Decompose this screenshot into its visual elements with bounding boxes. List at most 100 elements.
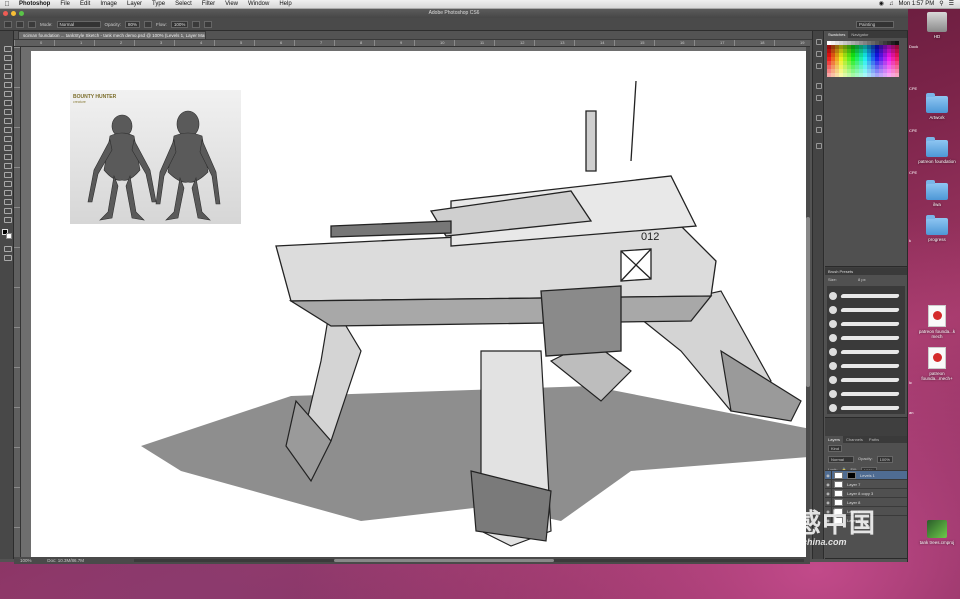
gradient-tool-icon[interactable] xyxy=(3,144,12,151)
document-tab[interactable]: sciman foundation ... tankStyle Sketch -… xyxy=(18,31,206,39)
flow-field[interactable]: 100% xyxy=(170,20,189,28)
menu-edit[interactable]: Edit xyxy=(75,0,95,9)
horizontal-scrollbar-thumb[interactable] xyxy=(334,559,554,562)
brush-preset[interactable] xyxy=(827,290,905,302)
clone-source-panel-icon[interactable] xyxy=(816,95,822,101)
brush-preset[interactable] xyxy=(827,402,905,414)
menu-type[interactable]: Type xyxy=(147,0,170,9)
menu-filter[interactable]: Filter xyxy=(197,0,220,9)
wifi-icon[interactable]: ◉ xyxy=(879,0,884,9)
layer-row[interactable]: ◉ Layer 8 copy 3 xyxy=(825,488,907,498)
apple-icon[interactable]:  xyxy=(0,1,14,8)
tab-navigator[interactable]: Navigator xyxy=(848,31,871,38)
horizontal-ruler[interactable]: 0 1 2 3 4 5 6 7 8 9 10 11 12 13 14 15 16… xyxy=(14,40,810,47)
canvas-area[interactable]: BOUNTY HUNTER creature 012 xyxy=(21,47,810,557)
eyedropper-tool-icon[interactable] xyxy=(3,90,12,97)
brush-preset[interactable] xyxy=(827,360,905,372)
menu-file[interactable]: File xyxy=(55,0,75,9)
pressure-opacity-icon[interactable] xyxy=(144,20,153,28)
dodge-tool-icon[interactable] xyxy=(3,162,12,169)
actions-panel-icon[interactable] xyxy=(816,143,822,149)
move-tool-icon[interactable] xyxy=(3,45,12,52)
brush-preset[interactable] xyxy=(827,388,905,400)
eraser-tool-icon[interactable] xyxy=(3,135,12,142)
character-panel-icon[interactable] xyxy=(816,115,822,121)
brush-tool-icon[interactable] xyxy=(3,108,12,115)
swatch-grid[interactable] xyxy=(827,41,899,77)
desktop-icon-patreon-foundation[interactable]: patreon foundation xyxy=(917,137,957,164)
clone-stamp-tool-icon[interactable] xyxy=(3,117,12,124)
healing-tool-icon[interactable] xyxy=(3,99,12,106)
tab-paths[interactable]: Paths xyxy=(866,436,882,443)
blur-tool-icon[interactable] xyxy=(3,153,12,160)
shape-tool-icon[interactable] xyxy=(3,198,12,205)
screen-mode-icon[interactable] xyxy=(3,254,12,261)
brush-panel-icon[interactable] xyxy=(816,83,822,89)
layer-row[interactable]: ◉ Layer 7 xyxy=(825,479,907,489)
layer-row[interactable]: ◉ Levels 1 xyxy=(825,470,907,480)
tab-swatches[interactable]: Swatches xyxy=(825,31,849,38)
desktop-icon-artwork[interactable]: Artwork xyxy=(917,93,957,120)
document-canvas[interactable]: BOUNTY HUNTER creature 012 xyxy=(31,51,807,557)
vertical-scrollbar-thumb[interactable] xyxy=(806,217,810,387)
menu-app-photoshop[interactable]: Photoshop xyxy=(14,0,55,9)
quick-mask-icon[interactable] xyxy=(3,245,12,252)
brush-preset[interactable] xyxy=(827,304,905,316)
brush-preset[interactable] xyxy=(827,374,905,386)
brush-preset[interactable] xyxy=(827,318,905,330)
marquee-tool-icon[interactable] xyxy=(3,54,12,61)
workspace-select[interactable]: Painting xyxy=(856,21,894,28)
volume-icon[interactable]: ♫ xyxy=(889,0,894,9)
brush-list[interactable] xyxy=(827,286,905,414)
search-icon[interactable]: ⚲ xyxy=(939,0,943,9)
brush-preset[interactable] xyxy=(827,346,905,358)
desktop-icon-ilwa[interactable]: ilwa xyxy=(917,180,957,207)
layer-kind-filter[interactable]: Kind xyxy=(828,445,843,452)
menubar-clock[interactable]: Mon 1:57 PM xyxy=(899,0,935,9)
notifications-icon[interactable]: ☰ xyxy=(949,0,954,9)
zoom-tool-icon[interactable] xyxy=(3,216,12,223)
background-color[interactable] xyxy=(6,233,12,239)
history-panel-icon[interactable] xyxy=(816,39,822,45)
blend-mode-select[interactable]: Normal xyxy=(828,456,854,463)
brush-panel-toggle-icon[interactable] xyxy=(28,20,36,28)
desktop-icon-cmproj[interactable]: tank trees.cmproj xyxy=(917,520,957,545)
vertical-ruler[interactable] xyxy=(14,47,21,559)
lasso-tool-icon[interactable] xyxy=(3,63,12,70)
zoom-level[interactable]: 100% xyxy=(20,557,46,564)
tab-channels[interactable]: Channels xyxy=(843,436,866,443)
desktop-icon-hd[interactable]: HD xyxy=(917,12,957,39)
airbrush-icon[interactable] xyxy=(192,20,201,28)
desktop-icon-pdf-1[interactable]: patreon founda...k mech xyxy=(917,305,957,339)
layer-name[interactable]: Levels 1 xyxy=(858,473,875,478)
brush-tool-preset-icon[interactable] xyxy=(4,20,12,28)
brush-presets-title[interactable]: Brush Presets xyxy=(825,268,907,275)
menu-view[interactable]: View xyxy=(220,0,243,9)
history-brush-tool-icon[interactable] xyxy=(3,126,12,133)
menu-layer[interactable]: Layer xyxy=(122,0,147,9)
color-swatches[interactable] xyxy=(2,229,12,239)
desktop-icon-progress[interactable]: progress xyxy=(917,215,957,242)
opacity-field[interactable]: 80% xyxy=(125,20,141,28)
layer-opacity-field[interactable]: 100% xyxy=(876,456,893,463)
horizontal-scrollbar[interactable] xyxy=(134,559,804,562)
brush-size-value[interactable]: 8 px xyxy=(858,277,866,282)
brush-picker[interactable] xyxy=(16,20,24,28)
pressure-size-icon[interactable] xyxy=(204,20,213,28)
mode-select[interactable]: Normal xyxy=(56,20,101,28)
crop-tool-icon[interactable] xyxy=(3,81,12,88)
pen-tool-icon[interactable] xyxy=(3,171,12,178)
info-panel-icon[interactable] xyxy=(816,63,822,69)
layer-name[interactable]: Layer 8 copy 3 xyxy=(845,491,873,496)
menu-window[interactable]: Window xyxy=(243,0,274,9)
vertical-scrollbar[interactable] xyxy=(806,47,810,557)
quick-select-tool-icon[interactable] xyxy=(3,72,12,79)
doc-size[interactable]: Doc: 10.3M/86.7M xyxy=(47,558,84,563)
menu-select[interactable]: Select xyxy=(170,0,197,9)
hand-tool-icon[interactable] xyxy=(3,207,12,214)
properties-panel-icon[interactable] xyxy=(816,51,822,57)
menu-image[interactable]: Image xyxy=(95,0,122,9)
layer-mask-thumbnail[interactable] xyxy=(847,471,856,479)
menu-help[interactable]: Help xyxy=(274,0,296,9)
layer-name[interactable]: Layer 7 xyxy=(845,482,860,487)
